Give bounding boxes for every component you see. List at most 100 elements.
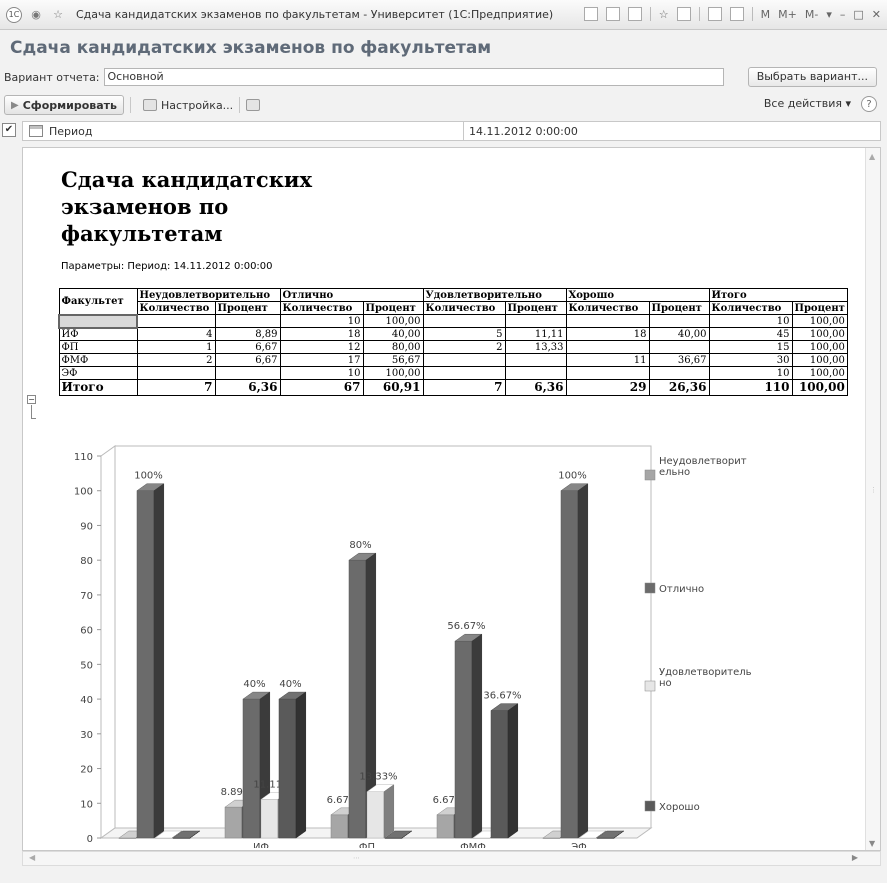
table-row[interactable]: ЭФ 10 100,00 10 100,00 [58, 366, 848, 380]
table-cell [565, 340, 650, 354]
y-tick-label: 0 [87, 834, 93, 845]
separator [649, 7, 651, 21]
scroll-down-icon[interactable]: ▼ [869, 839, 875, 848]
table-cell: 36,67 [648, 353, 710, 367]
table-cell: 15 [708, 340, 793, 354]
data-label: 36.67% [483, 691, 521, 702]
close-icon[interactable]: ✕ [872, 8, 881, 21]
vertical-scrollbar[interactable]: ▲ ⋮ ▼ [865, 148, 880, 850]
total-row[interactable]: Итого 7 6,36 67 60,91 7 6,36 29 26,36 11… [58, 379, 848, 396]
table-cell: 45 [708, 327, 793, 341]
choose-variant-button[interactable]: Выбрать вариант... [747, 67, 877, 87]
table-cell: 1 [136, 340, 216, 354]
table-cell [504, 366, 567, 380]
data-label: 13.33% [359, 772, 397, 783]
table-cell: 5 [422, 327, 506, 341]
horizontal-scrollbar[interactable]: ◀ ⋯ ▶ [22, 851, 881, 866]
calculator-icon[interactable] [707, 7, 722, 21]
group-bracket [31, 405, 36, 419]
row-label: ИФ [58, 327, 138, 341]
table-cell: 10 [279, 366, 364, 380]
y-tick-label: 10 [80, 799, 93, 810]
y-tick-label: 40 [80, 695, 93, 706]
report-title: Сдача кандидатских экзаменов по факульте… [61, 167, 312, 246]
minimize-icon[interactable]: – [840, 8, 846, 21]
table-cell [565, 366, 650, 380]
all-actions-menu[interactable]: Все действия ▾ [764, 97, 851, 110]
legend-swatch [644, 582, 656, 594]
scroll-thumb-icon[interactable]: ⋮ [870, 486, 877, 494]
calendar-icon[interactable] [729, 7, 744, 21]
settings-icon [142, 99, 157, 111]
variant-field[interactable]: Основной [103, 68, 724, 86]
scroll-right-icon[interactable]: ▶ [852, 853, 858, 862]
scroll-left-icon[interactable]: ◀ [29, 853, 35, 862]
legend-label: Неудовлетворит [659, 456, 747, 467]
save-icon[interactable] [583, 7, 598, 21]
app-logo-text: 1С [8, 10, 20, 19]
x-tick-label: ФМФ [460, 842, 486, 848]
column-header: Количество [422, 301, 506, 315]
data-label: 40% [279, 679, 301, 690]
dropdown-arrow-icon[interactable]: ▾ [826, 8, 832, 21]
data-label: 80% [349, 540, 371, 551]
print-icon[interactable] [246, 99, 261, 111]
table-row[interactable]: ИФ 4 8,89 18 40,00 5 11,11 18 40,00 45 1… [58, 327, 848, 341]
table-cell: 2 [136, 353, 216, 367]
row-label: ФМФ [58, 353, 138, 367]
report-document[interactable]: − Сдача кандидатских экзаменов по факуль… [22, 147, 881, 851]
table-cell: 30 [708, 353, 793, 367]
table-cell: 110 [708, 379, 793, 396]
memory-m-button[interactable]: M [761, 8, 771, 21]
legend-label: Отлично [659, 584, 704, 595]
period-checkbox[interactable]: ✔ [2, 123, 16, 137]
table-row[interactable]: ФМФ 2 6,67 17 56,67 11 36,67 30 100,00 [58, 353, 848, 367]
settings-button[interactable]: Настройка... [142, 99, 233, 112]
table-cell: 100,00 [362, 314, 424, 328]
collapse-group-icon[interactable]: − [27, 395, 36, 404]
table-cell [136, 366, 216, 380]
table-cell: 6,36 [504, 379, 567, 396]
legend-swatch [644, 469, 656, 481]
y-tick-label: 110 [74, 452, 93, 463]
bar-chart[interactable]: 0102030405060708090100110100%8.89%40%11.… [53, 423, 833, 848]
table-cell: 6,67 [214, 340, 281, 354]
row-label[interactable] [58, 313, 138, 329]
favorite-star-icon[interactable]: ☆ [50, 7, 66, 23]
help-icon[interactable]: ? [861, 96, 877, 112]
period-value-field[interactable]: 14.11.2012 0:00:00 [469, 125, 578, 138]
table-cell: 13,33 [504, 340, 567, 354]
memory-plus-button[interactable]: M+ [778, 8, 797, 21]
column-header: Процент [504, 301, 567, 315]
table-cell [136, 314, 216, 328]
preview-icon[interactable] [627, 7, 642, 21]
history-icon[interactable] [676, 7, 691, 21]
y-tick-label: 90 [80, 521, 93, 532]
table-cell: 40,00 [648, 327, 710, 341]
bar [224, 806, 243, 839]
table-row[interactable]: ФП 1 6,67 12 80,00 2 13,33 15 100,00 [58, 340, 848, 354]
table-cell: 17 [279, 353, 364, 367]
app-logo-icon[interactable]: 1С [6, 6, 22, 23]
back-icon[interactable]: ◉ [28, 7, 44, 23]
scroll-up-icon[interactable]: ▲ [869, 152, 875, 161]
x-tick-label: ИФ [253, 842, 269, 848]
table-cell: 29 [565, 379, 650, 396]
table-row[interactable]: 10 100,00 10 100,00 [58, 313, 848, 329]
legend-label: но [659, 678, 672, 689]
table-cell [422, 366, 506, 380]
memory-minus-button[interactable]: M- [805, 8, 818, 21]
bar-side [295, 691, 307, 839]
table-cell: 100,00 [362, 366, 424, 380]
legend-label: ельно [659, 467, 690, 478]
table-cell: 40,00 [362, 327, 424, 341]
star-icon[interactable]: ☆ [659, 8, 669, 21]
legend-swatch [644, 800, 656, 812]
scroll-thumb-icon[interactable]: ⋯ [353, 854, 360, 862]
table-subheader-row: Количество Процент Количество Процент Ко… [59, 301, 848, 315]
generate-button[interactable]: ▶ Сформировать [4, 95, 124, 115]
print-icon[interactable] [605, 7, 620, 21]
table-cell [422, 314, 506, 328]
bar [436, 814, 455, 839]
maximize-icon[interactable]: □ [853, 8, 863, 21]
